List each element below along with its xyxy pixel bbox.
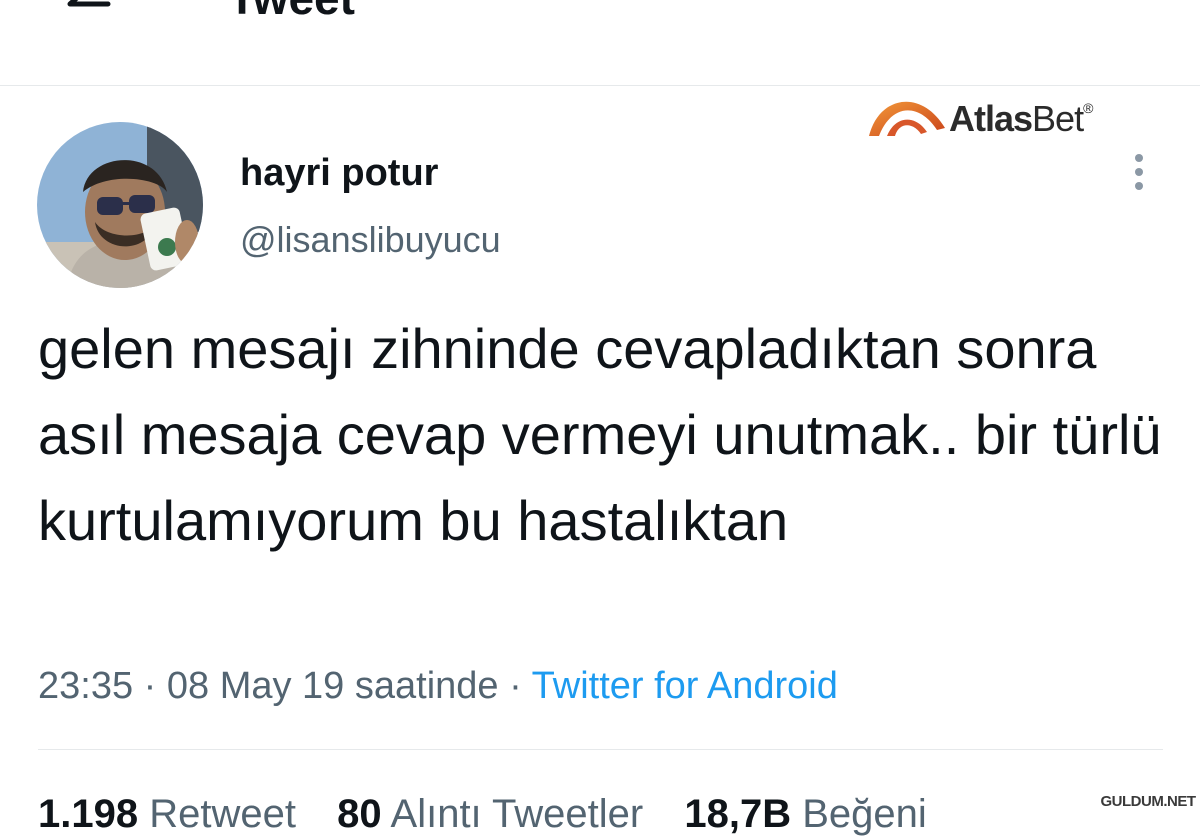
meta-separator-2: · bbox=[509, 665, 522, 707]
atlasbet-wordmark: AtlasBet® bbox=[949, 98, 1093, 139]
meta-separator: · bbox=[143, 665, 157, 707]
tweet-meta: 23:35 · 08 May 19 saatinde · Twitter for… bbox=[38, 663, 838, 709]
like-count[interactable]: 18,7B bbox=[684, 792, 791, 836]
engagement-stats: 1.198 Retweet 80 Alıntı Tweetler 18,7B B… bbox=[38, 790, 957, 838]
tweet-date[interactable]: 08 May 19 saatinde bbox=[167, 665, 499, 707]
more-options-icon[interactable] bbox=[1125, 150, 1153, 196]
arrow-left-icon[interactable] bbox=[60, 0, 120, 34]
retweet-label[interactable]: Retweet bbox=[149, 792, 296, 836]
tweet-source-link[interactable]: Twitter for Android bbox=[532, 665, 838, 707]
atlasbet-logo: AtlasBet® bbox=[865, 86, 1145, 140]
atlasbet-arc-icon bbox=[869, 101, 945, 136]
tweet-time[interactable]: 23:35 bbox=[38, 665, 133, 707]
tweet-text: gelen mesajı zihninde cevapladıktan sonr… bbox=[38, 317, 1162, 552]
top-bar: Tweet bbox=[0, 0, 1200, 86]
page-title: Tweet bbox=[228, 0, 355, 28]
quote-count[interactable]: 80 bbox=[337, 792, 382, 836]
quote-label[interactable]: Alıntı Tweetler bbox=[391, 792, 644, 836]
like-label[interactable]: Beğeni bbox=[802, 792, 927, 836]
author-handle[interactable]: @lisanslibuyucu bbox=[240, 218, 501, 262]
avatar[interactable] bbox=[37, 122, 203, 288]
retweet-count[interactable]: 1.198 bbox=[38, 792, 138, 836]
author-name[interactable]: hayri potur bbox=[240, 150, 438, 196]
guldum-watermark: GULDUM.NET bbox=[1098, 792, 1198, 812]
divider bbox=[38, 749, 1163, 750]
